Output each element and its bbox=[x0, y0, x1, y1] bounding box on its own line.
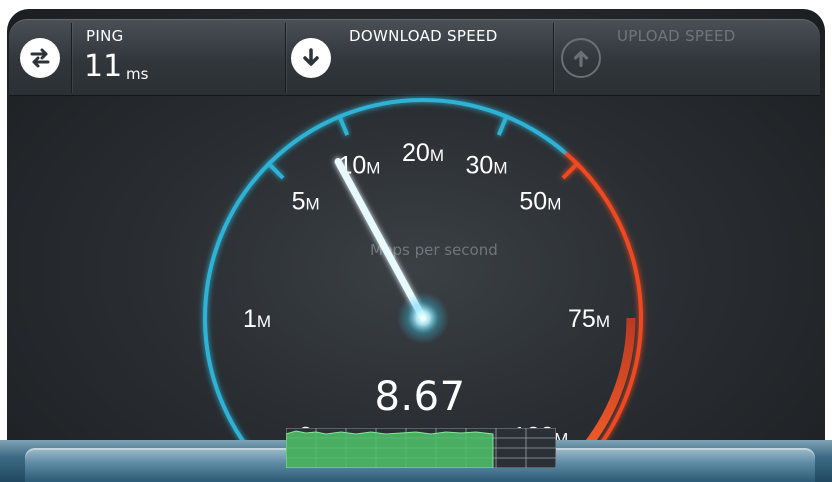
needle bbox=[334, 158, 427, 322]
gauge-tick-label: 75M bbox=[568, 305, 610, 333]
gauge-needle bbox=[334, 158, 449, 344]
gauge-tick-unit: M bbox=[547, 195, 561, 214]
gauge-tick-label: 50M bbox=[519, 188, 561, 216]
gauge-tick bbox=[337, 115, 350, 136]
redline-indicator bbox=[583, 317, 636, 449]
gauge-tick-unit: M bbox=[305, 195, 319, 214]
gauge-tick-unit: M bbox=[430, 146, 444, 165]
graph-fill bbox=[286, 430, 494, 468]
gauge-tick-unit: M bbox=[596, 312, 610, 331]
gauge-tick-label: 5M bbox=[292, 188, 320, 216]
current-speed-value: 8.67 bbox=[374, 374, 466, 420]
gauge-tick-unit: M bbox=[257, 312, 271, 331]
gauge-tick bbox=[496, 115, 509, 136]
gauge-tick-unit: M bbox=[366, 159, 380, 178]
gauge-tick-label: 20M bbox=[402, 139, 444, 167]
gauge-tick-label: 1M bbox=[243, 305, 271, 333]
needle-hub bbox=[397, 292, 449, 344]
gauge-tick bbox=[267, 162, 285, 180]
gauge-tick-label: 30M bbox=[466, 152, 508, 180]
gauge-tick bbox=[561, 162, 579, 180]
gauge-tick-unit: M bbox=[493, 159, 507, 178]
speed-history-graph bbox=[286, 428, 556, 468]
